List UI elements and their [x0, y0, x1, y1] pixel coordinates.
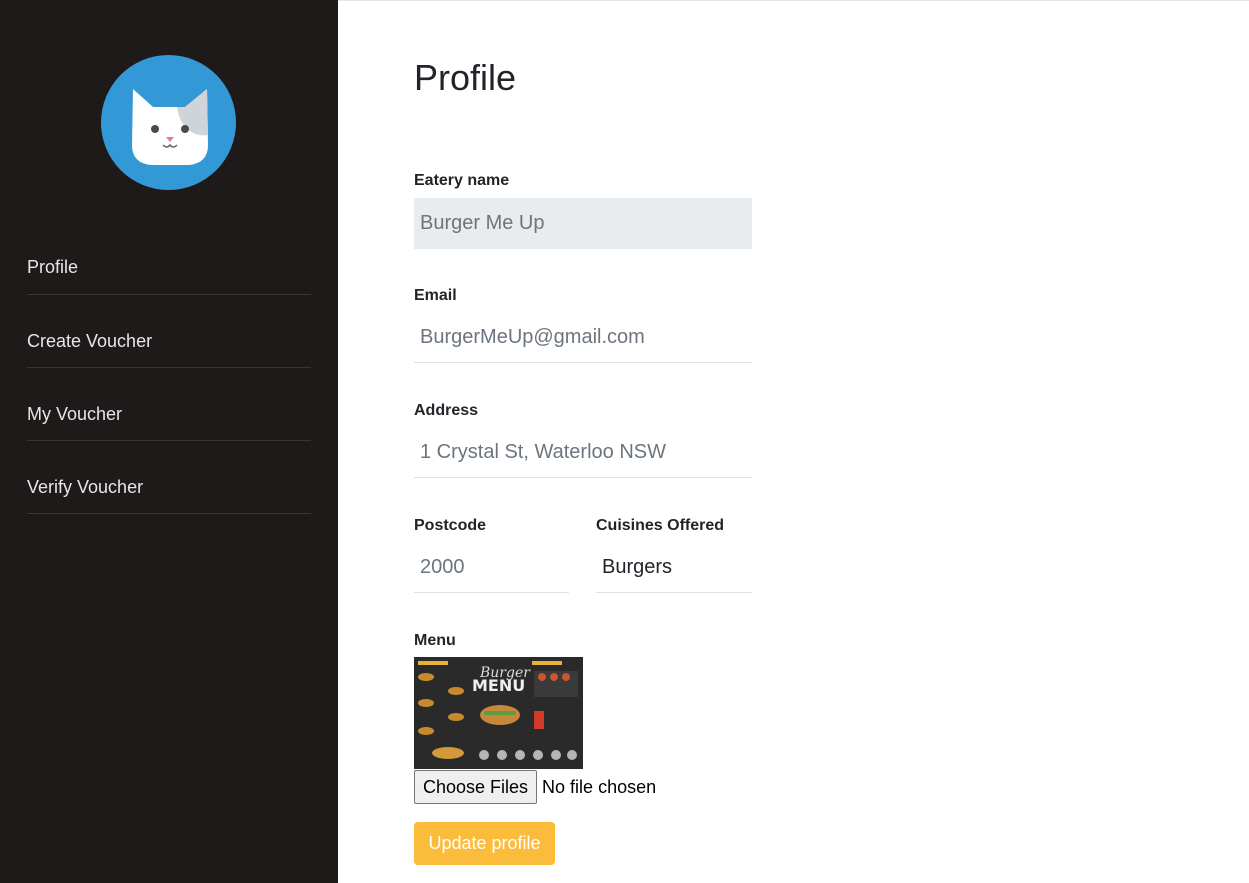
address-field[interactable]: [414, 427, 752, 478]
sidebar: Profile Create Voucher My Voucher Verify…: [0, 0, 338, 883]
cat-face-icon: [132, 89, 208, 165]
eatery-name-field[interactable]: [414, 198, 752, 249]
file-upload: Choose Files No file chosen: [414, 770, 656, 804]
cuisines-label: Cuisines Offered: [596, 517, 725, 534]
sidebar-item-label: Create Voucher: [27, 331, 153, 351]
sidebar-nav: Profile Create Voucher My Voucher Verify…: [27, 244, 311, 514]
menu-image: Burger MENU: [414, 657, 583, 769]
sidebar-item-create-voucher[interactable]: Create Voucher: [27, 295, 311, 368]
sidebar-item-label: My Voucher: [27, 404, 123, 424]
menu-label: Menu: [414, 632, 456, 649]
update-profile-button[interactable]: Update profile: [414, 822, 555, 865]
email-label: Email: [414, 287, 457, 304]
sidebar-item-label: Verify Voucher: [27, 477, 144, 497]
cuisines-field[interactable]: [596, 542, 752, 593]
sidebar-item-label: Profile: [27, 257, 79, 277]
file-status: No file chosen: [542, 776, 657, 797]
top-divider: [338, 0, 1249, 1]
email-field[interactable]: [414, 312, 752, 363]
sidebar-item-my-voucher[interactable]: My Voucher: [27, 368, 311, 441]
page-title: Profile: [414, 57, 517, 98]
postcode-label: Postcode: [414, 517, 487, 534]
sidebar-item-verify-voucher[interactable]: Verify Voucher: [27, 441, 311, 514]
postcode-field[interactable]: [414, 542, 569, 593]
eatery-name-label: Eatery name: [414, 172, 510, 189]
svg-text:MENU: MENU: [472, 676, 525, 695]
choose-files-button[interactable]: Choose Files: [414, 770, 538, 804]
avatar: [101, 55, 236, 190]
address-label: Address: [414, 402, 479, 419]
sidebar-item-profile[interactable]: Profile: [27, 244, 311, 295]
